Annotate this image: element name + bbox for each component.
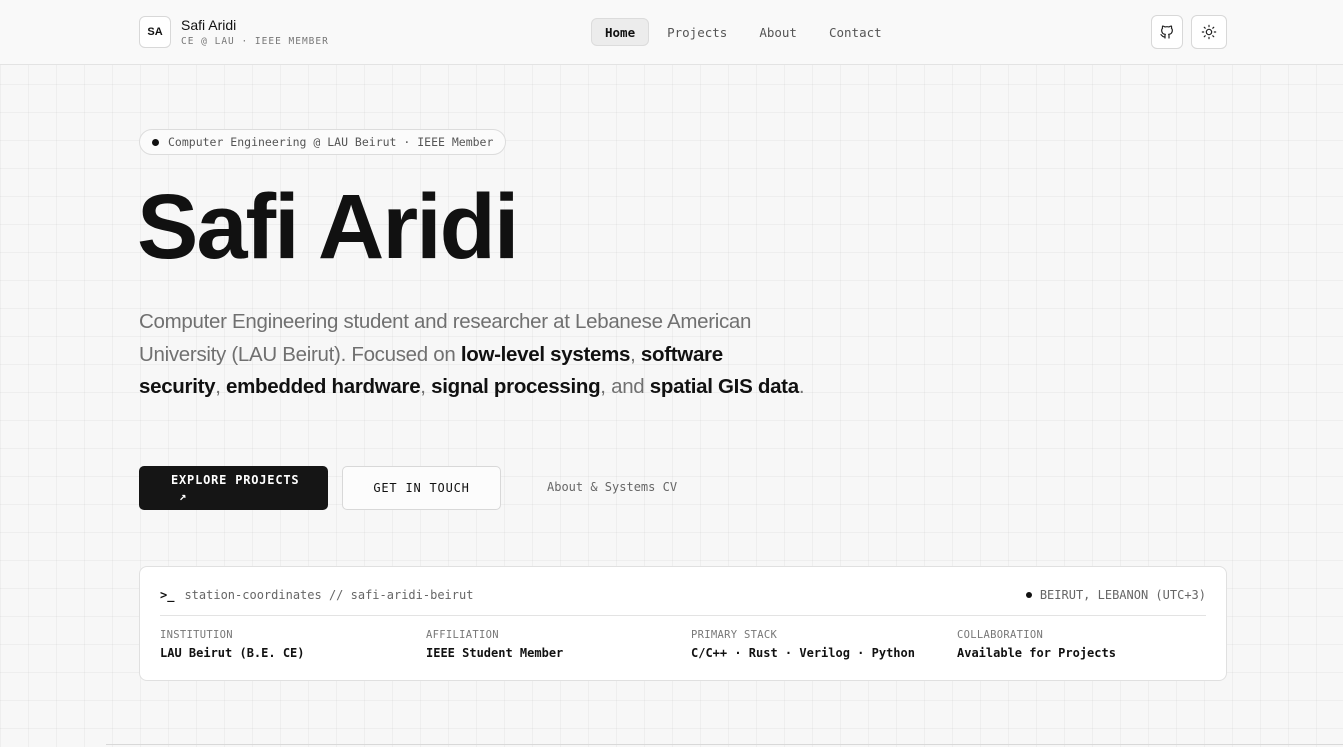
- about-cv-link[interactable]: About & Systems CV: [547, 480, 677, 494]
- field-value: IEEE Student Member: [426, 646, 564, 660]
- field-value: Available for Projects: [957, 646, 1116, 660]
- desc-separator: ,: [630, 342, 641, 366]
- desc-focus: spatial GIS data: [649, 375, 799, 398]
- field-value: LAU Beirut (B.E. CE): [160, 646, 305, 660]
- brand-logo[interactable]: SA: [139, 16, 171, 48]
- main-nav: Home Projects About Contact: [591, 18, 900, 46]
- field-label: AFFILIATION: [426, 629, 499, 641]
- status-dot: [152, 138, 159, 146]
- status-dot: [1025, 592, 1032, 598]
- field-label: INSTITUTION: [160, 629, 233, 641]
- hero-description: Computer Engineering student and researc…: [139, 306, 809, 404]
- card-title: station-coordinates // safi-aridi-beirut: [184, 588, 474, 602]
- brand-subtitle: CE @ LAU · IEEE MEMBER: [181, 35, 329, 47]
- divider: [160, 615, 1206, 616]
- station-coordinates-card: >_ station-coordinates // safi-aridi-bei…: [139, 566, 1227, 681]
- desc-focus: embedded hardware: [226, 375, 421, 398]
- location-status: BEIRUT, LEBANON (UTC+3): [1025, 588, 1206, 602]
- github-icon: [1160, 25, 1173, 39]
- hero-badge-text: Computer Engineering @ LAU Beirut · IEEE…: [168, 135, 494, 149]
- field-value: C/C++ · Rust · Verilog · Python: [691, 646, 915, 660]
- nav-item-contact[interactable]: Contact: [815, 18, 896, 46]
- sun-icon: [1201, 24, 1217, 40]
- desc-focus: low-level systems: [460, 342, 631, 366]
- nav-item-home[interactable]: Home: [591, 18, 650, 46]
- github-button[interactable]: [1151, 15, 1183, 49]
- field-affiliation: AFFILIATION IEEE Student Member: [426, 629, 563, 660]
- site-header: SA Safi Aridi CE @ LAU · IEEE MEMBER Hom…: [0, 0, 1343, 65]
- explore-projects-button[interactable]: EXPLORE PROJECTS ↗: [139, 466, 328, 510]
- hero-badge: Computer Engineering @ LAU Beirut · IEEE…: [139, 129, 507, 155]
- location-text: BEIRUT, LEBANON (UTC+3): [1039, 588, 1206, 602]
- nav-item-projects[interactable]: Projects: [653, 18, 741, 46]
- desc-separator: ,: [215, 375, 227, 398]
- desc-separator: , and: [600, 375, 650, 398]
- field-label: COLLABORATION: [957, 629, 1044, 641]
- desc-separator: ,: [420, 375, 432, 398]
- field-primary-stack: PRIMARY STACK C/C++ · Rust · Verilog · P…: [691, 629, 915, 660]
- brand-text: Safi Aridi CE @ LAU · IEEE MEMBER: [181, 17, 329, 48]
- brand[interactable]: SA Safi Aridi CE @ LAU · IEEE MEMBER: [139, 16, 329, 48]
- section-divider: [106, 744, 1343, 745]
- nav-item-about[interactable]: About: [745, 18, 811, 46]
- field-institution: INSTITUTION LAU Beirut (B.E. CE): [160, 629, 305, 660]
- get-in-touch-button[interactable]: GET IN TOUCH: [342, 466, 501, 510]
- brand-name[interactable]: Safi Aridi: [181, 17, 329, 33]
- field-label: PRIMARY STACK: [691, 629, 778, 641]
- hero-title: Safi Aridi: [137, 176, 519, 278]
- card-header: >_ station-coordinates // safi-aridi-bei…: [160, 588, 473, 602]
- arrow-up-right-icon: ↗: [179, 489, 188, 503]
- terminal-prompt-icon: >_: [160, 588, 175, 602]
- desc-end: .: [798, 375, 805, 398]
- theme-toggle-button[interactable]: [1191, 15, 1227, 49]
- field-collaboration: COLLABORATION Available for Projects: [957, 629, 1116, 660]
- explore-projects-label: EXPLORE PROJECTS: [171, 473, 300, 487]
- desc-focus: signal processing: [431, 375, 601, 398]
